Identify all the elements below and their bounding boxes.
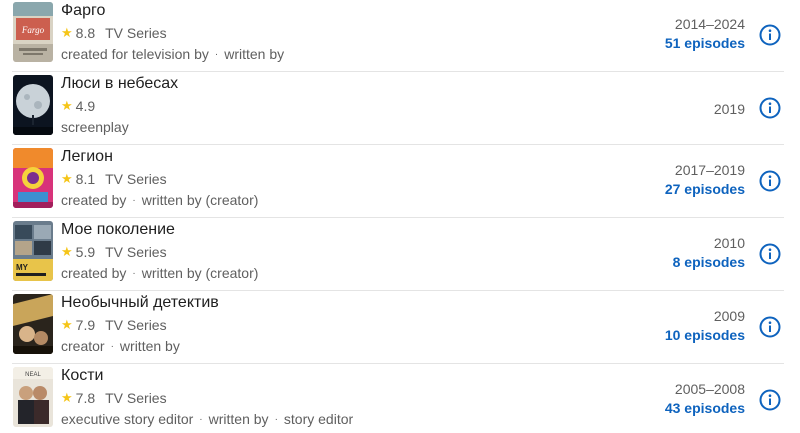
item-years: 2009 xyxy=(713,308,745,324)
row-divider xyxy=(12,363,784,364)
item-years: 2005–2008 xyxy=(674,381,745,397)
bones-poster-image[interactable]: NEAL xyxy=(13,367,53,427)
item-years: 2017–2019 xyxy=(674,162,745,178)
item-years: 2010 xyxy=(713,235,745,251)
item-credits: screenplay xyxy=(61,119,129,135)
credit-role: written by xyxy=(119,338,180,354)
credit-role: written by xyxy=(208,411,269,427)
my-generation-poster-image[interactable]: MY xyxy=(13,221,53,281)
star-icon: ★ xyxy=(61,317,73,332)
credit-role: creator xyxy=(61,338,105,354)
credit-role: written by (creator) xyxy=(141,265,259,281)
credit-role: executive story editor xyxy=(61,411,194,427)
item-kind: TV Series xyxy=(105,25,167,41)
item-meta: ★ 7.8 TV Series xyxy=(61,390,167,406)
item-title[interactable]: Мое поколение xyxy=(61,221,175,239)
list-item[interactable]: Необычный детектив ★ 7.9 TV Series creat… xyxy=(0,292,784,364)
item-episodes[interactable]: 8 episodes xyxy=(673,254,745,270)
rating-value: 5.9 xyxy=(75,244,96,260)
item-credits: executive story editor · written by · st… xyxy=(61,411,353,427)
rating-value: 4.9 xyxy=(75,98,96,114)
rating-value: 7.8 xyxy=(75,390,96,406)
row-divider xyxy=(12,71,784,72)
separator-dot: · xyxy=(199,413,203,425)
info-icon[interactable] xyxy=(759,316,781,338)
item-kind: TV Series xyxy=(105,390,167,406)
info-icon[interactable] xyxy=(759,24,781,46)
star-icon: ★ xyxy=(61,244,73,259)
item-meta: ★ 8.1 TV Series xyxy=(61,171,167,187)
item-credits: creator · written by xyxy=(61,338,180,354)
item-kind: TV Series xyxy=(105,171,167,187)
item-title[interactable]: Кости xyxy=(61,367,103,385)
item-episodes[interactable]: 27 episodes xyxy=(665,181,745,197)
svg-text:NEAL: NEAL xyxy=(25,372,41,378)
credit-role: story editor xyxy=(283,411,354,427)
rating-value: 8.1 xyxy=(75,171,96,187)
separator-dot: · xyxy=(214,48,219,60)
item-meta: ★ 5.9 TV Series xyxy=(61,244,167,260)
item-kind: TV Series xyxy=(105,317,167,333)
svg-text:MY: MY xyxy=(16,263,29,272)
row-divider xyxy=(12,144,784,145)
list-item[interactable]: Легион ★ 8.1 TV Series created by · writ… xyxy=(0,146,784,218)
separator-dot: · xyxy=(132,267,136,279)
separator-dot: · xyxy=(274,413,278,425)
credit-role: created by xyxy=(61,192,127,208)
rating-value: 7.9 xyxy=(75,317,96,333)
rating-value: 8.8 xyxy=(75,25,96,41)
credit-role: written by xyxy=(224,46,285,62)
item-years: 2014–2024 xyxy=(674,16,745,32)
item-title[interactable]: Фарго xyxy=(61,2,105,20)
item-episodes[interactable]: 43 episodes xyxy=(665,400,745,416)
item-kind: TV Series xyxy=(105,244,167,260)
star-icon: ★ xyxy=(61,390,73,405)
item-credits: created by · written by (creator) xyxy=(61,192,258,208)
info-icon[interactable] xyxy=(759,97,781,119)
info-icon[interactable] xyxy=(759,389,781,411)
lucy-in-the-sky-poster-image[interactable] xyxy=(13,75,53,135)
list-item[interactable]: NEAL Кости ★ 7.8 TV Series executive sto… xyxy=(0,365,784,433)
unusual-detective-poster-image[interactable] xyxy=(13,294,53,354)
list-item[interactable]: Fargo Фарго ★ 8.8 TV Series created for … xyxy=(0,0,784,72)
credit-role: created for television by xyxy=(61,46,209,62)
list-item[interactable]: Люси в небесах ★ 4.9 screenplay 2019 xyxy=(0,73,784,145)
info-icon[interactable] xyxy=(759,243,781,265)
credit-role: written by (creator) xyxy=(141,192,259,208)
item-meta: ★ 7.9 TV Series xyxy=(61,317,167,333)
legion-poster-image[interactable] xyxy=(13,148,53,208)
filmography-list: Fargo Фарго ★ 8.8 TV Series created for … xyxy=(0,0,800,433)
star-icon: ★ xyxy=(61,171,73,186)
item-years: 2019 xyxy=(713,101,745,117)
item-meta: ★ 8.8 TV Series xyxy=(61,25,167,41)
item-credits: created for television by · written by xyxy=(61,46,284,62)
item-episodes[interactable]: 10 episodes xyxy=(665,327,745,343)
star-icon: ★ xyxy=(61,25,73,40)
item-episodes[interactable]: 51 episodes xyxy=(665,35,745,51)
item-title[interactable]: Легион xyxy=(61,148,113,166)
row-divider xyxy=(12,290,784,291)
row-divider xyxy=(12,217,784,218)
info-icon[interactable] xyxy=(759,170,781,192)
item-credits: created by · written by (creator) xyxy=(61,265,258,281)
item-title[interactable]: Люси в небесах xyxy=(61,75,178,93)
fargo-poster-image[interactable]: Fargo xyxy=(13,2,53,62)
item-meta: ★ 4.9 xyxy=(61,98,95,114)
credit-role: created by xyxy=(61,265,127,281)
separator-dot: · xyxy=(110,340,114,352)
separator-dot: · xyxy=(132,194,136,206)
svg-text:Fargo: Fargo xyxy=(21,25,45,35)
list-item[interactable]: MY Мое поколение ★ 5.9 TV Series created… xyxy=(0,219,784,291)
item-title[interactable]: Необычный детектив xyxy=(61,294,219,312)
star-icon: ★ xyxy=(61,98,73,113)
credit-role: screenplay xyxy=(61,119,129,135)
